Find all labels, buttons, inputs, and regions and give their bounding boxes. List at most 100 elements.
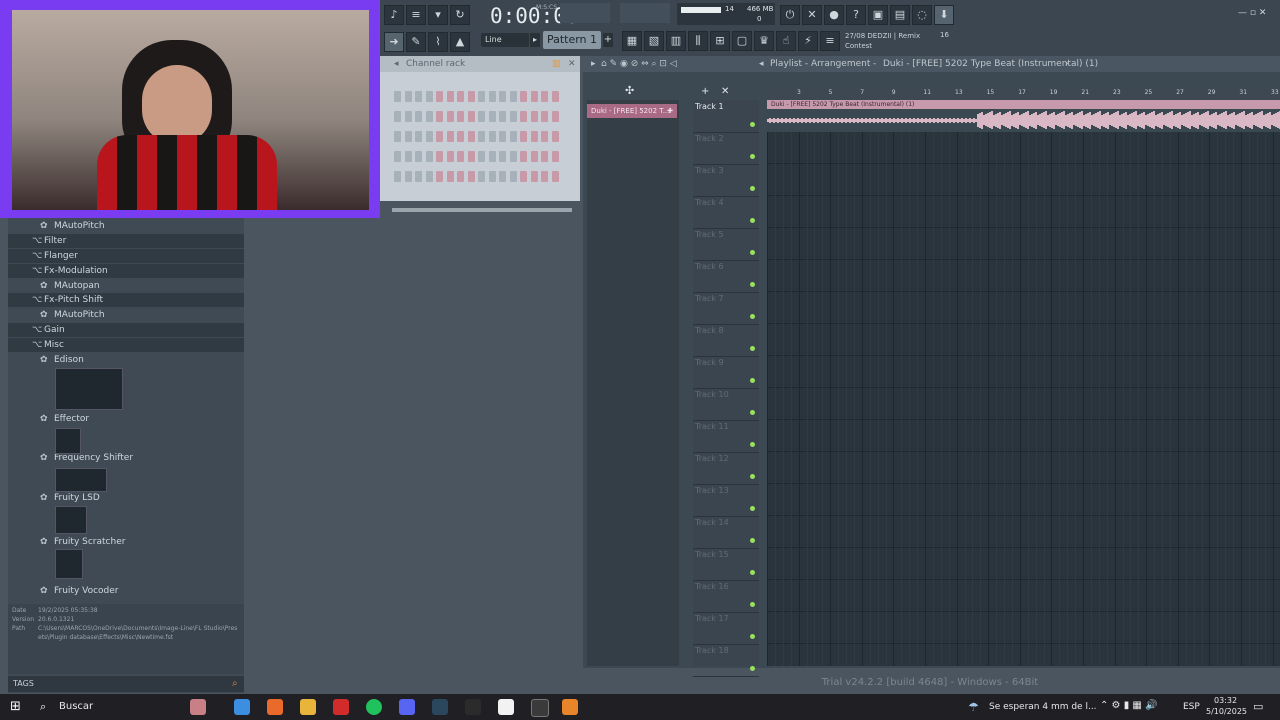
step-button[interactable] <box>436 111 443 122</box>
browser-item[interactable]: ✿ MAutopan <box>8 279 244 293</box>
tags-bar[interactable]: TAGS ⌕ <box>8 676 244 692</box>
track-enable-dot[interactable] <box>750 634 755 639</box>
step-button[interactable] <box>415 131 422 142</box>
step-button[interactable] <box>446 151 454 162</box>
step-button[interactable] <box>425 131 433 142</box>
playlist-arrow-icon[interactable]: ▸ <box>591 56 596 72</box>
steam-icon[interactable] <box>432 699 448 715</box>
step-button[interactable] <box>394 171 401 182</box>
track-header[interactable]: Track 8 <box>693 324 759 357</box>
rack-scrollbar[interactable] <box>392 208 572 212</box>
step-button[interactable] <box>499 151 506 162</box>
step-button[interactable] <box>520 151 527 162</box>
piano-roll-icon[interactable]: ▧ <box>644 31 664 51</box>
step-button[interactable] <box>394 111 401 122</box>
tool-pencil-icon[interactable]: ✎ <box>406 32 426 52</box>
step-button[interactable] <box>415 91 422 102</box>
pattern-clip-pill[interactable]: Duki - [FREE] 5202 T... ✚ <box>587 104 677 118</box>
plugin-thumbnail[interactable] <box>55 468 107 492</box>
playlist-tool-icons[interactable]: ⌂ ✎ ◉ ⊘ ⇔ ⌕ ⊡ ◁ <box>601 56 677 72</box>
tray-icons[interactable]: ⌃ ⚙ ▮ ▦ 🔊 <box>1100 700 1157 711</box>
plugin-thumbnail[interactable] <box>55 368 123 410</box>
step-button[interactable] <box>488 151 496 162</box>
step-button[interactable] <box>499 131 506 142</box>
track-header[interactable]: Track 16 <box>693 580 759 613</box>
step-button[interactable] <box>457 131 464 142</box>
loop-record-icon[interactable]: ↻ <box>450 5 470 25</box>
timeline-ruler[interactable]: 3 5 7 9 11 13 15 17 19 21 23 25 27 29 31 33 <box>767 86 1280 100</box>
microphone-icon[interactable]: ● <box>824 5 844 25</box>
step-button[interactable] <box>457 171 464 182</box>
track-header[interactable]: Track 17 <box>693 612 759 645</box>
remove-track-icon[interactable]: ✕ <box>721 86 729 97</box>
step-button[interactable] <box>404 151 412 162</box>
track-header[interactable]: Track 10 <box>693 388 759 421</box>
step-button[interactable] <box>551 111 559 122</box>
step-button[interactable] <box>541 171 548 182</box>
channel-rack-arrow-icon[interactable]: ◂ <box>394 56 399 72</box>
chrome-icon[interactable] <box>234 699 250 715</box>
track-header[interactable]: Track 5 <box>693 228 759 261</box>
step-button[interactable] <box>509 111 517 122</box>
step-button[interactable] <box>551 151 559 162</box>
track-enable-dot[interactable] <box>750 666 755 671</box>
track-enable-dot[interactable] <box>750 474 755 479</box>
track-enable-dot[interactable] <box>750 538 755 543</box>
track-enable-dot[interactable] <box>750 250 755 255</box>
step-button[interactable] <box>530 91 538 102</box>
step-button[interactable] <box>478 151 485 162</box>
browser-item[interactable]: ✿ Edison <box>8 353 244 367</box>
plugin-thumbnail[interactable] <box>55 506 87 534</box>
step-button[interactable] <box>446 111 454 122</box>
taskbar-time[interactable]: 03:32 <box>1214 696 1237 705</box>
step-button[interactable] <box>457 151 464 162</box>
step-button[interactable] <box>551 91 559 102</box>
tools-icon[interactable]: ✕ <box>802 5 822 25</box>
step-button[interactable] <box>488 91 496 102</box>
step-button[interactable] <box>488 171 496 182</box>
track-enable-dot[interactable] <box>750 570 755 575</box>
tool-paint-icon[interactable]: ⌇ <box>428 32 448 52</box>
track-enable-dot[interactable] <box>750 506 755 511</box>
playlist-more-icon[interactable]: › <box>1065 56 1069 72</box>
wait-input-icon[interactable]: ≡ <box>406 5 426 25</box>
track-enable-dot[interactable] <box>750 218 755 223</box>
track-enable-dot[interactable] <box>750 154 755 159</box>
add-track-icon[interactable]: + <box>701 86 709 97</box>
step-button[interactable] <box>509 131 517 142</box>
browser-item[interactable]: ✿ Effector <box>8 412 244 426</box>
track-header[interactable]: Track 7 <box>693 292 759 325</box>
track-enable-dot[interactable] <box>750 378 755 383</box>
browser-item[interactable]: ✿ Fruity Scratcher <box>8 535 244 549</box>
obs-icon[interactable] <box>531 699 549 717</box>
audio-clip-header[interactable]: Duki - [FREE] 5202 Type Beat (Instrument… <box>767 100 1280 109</box>
netflix-icon[interactable] <box>333 699 349 715</box>
step-button[interactable] <box>425 171 433 182</box>
step-button[interactable] <box>436 91 443 102</box>
countdown-icon[interactable]: ▾ <box>428 5 448 25</box>
pattern-picker-icon[interactable]: ✣ <box>625 84 634 97</box>
track-header[interactable]: Track 11 <box>693 420 759 453</box>
step-button[interactable] <box>551 131 559 142</box>
tool-stamp-icon[interactable]: ▲ <box>450 32 470 52</box>
step-button[interactable] <box>520 111 527 122</box>
step-button[interactable] <box>541 111 548 122</box>
step-button[interactable] <box>394 131 401 142</box>
plugin-thumbnail[interactable] <box>55 549 83 579</box>
step-button[interactable] <box>446 131 454 142</box>
step-button[interactable] <box>436 131 443 142</box>
step-button[interactable] <box>478 91 485 102</box>
step-button[interactable] <box>509 171 517 182</box>
file-explorer-icon[interactable] <box>300 699 316 715</box>
step-button[interactable] <box>509 151 517 162</box>
step-button[interactable] <box>551 171 559 182</box>
step-button[interactable] <box>488 131 496 142</box>
browser-item[interactable]: ✿ MAutoPitch <box>8 308 244 322</box>
step-button[interactable] <box>394 91 401 102</box>
track-header[interactable]: Track 6 <box>693 260 759 293</box>
discord-icon[interactable] <box>399 699 415 715</box>
step-button[interactable] <box>499 111 506 122</box>
weather-text[interactable]: Se esperan 4 mm de l... <box>989 702 1097 712</box>
help-icon[interactable]: ? <box>846 5 866 25</box>
step-button[interactable] <box>541 91 548 102</box>
